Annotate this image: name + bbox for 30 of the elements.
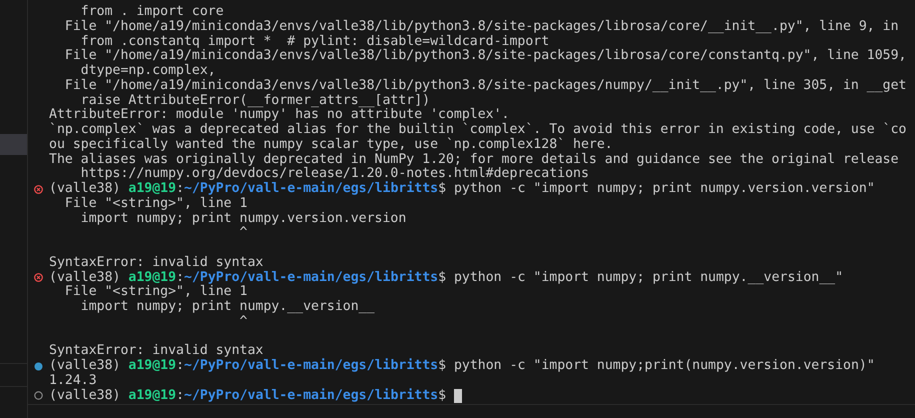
terminal-line: The aliases was originally deprecated in NumPy 1.20; for more details and guidance see the original release — [49, 152, 899, 166]
terminal-line: SyntaxError: invalid syntax — [49, 344, 264, 358]
dot-icon — [34, 362, 43, 371]
terminal-line: AttributeError: module 'numpy' has no attribute 'complex'. — [49, 108, 510, 122]
terminal-line: ou specifically wanted the numpy scalar type, use `np.complex128` here. — [49, 138, 613, 152]
error-circle-icon — [34, 273, 43, 282]
ring-icon — [34, 391, 43, 400]
terminal-line: File "<string>", line 1 — [64, 196, 248, 212]
terminal-line: File "/home/a19/miniconda3/envs/valle38/lib/python3.8/site-packages/librosa/core/constantq.py", line 1059, — [64, 49, 906, 64]
terminal-line: from . import core — [80, 5, 224, 20]
prompt-line: (valle38) a19@19:~/PyPro/vall-e-main/egs/libritts$ python -c "import numpy; print numpy.__version__" — [49, 270, 844, 284]
prompt-line: (valle38) a19@19:~/PyPro/vall-e-main/egs/libritts$ python -c "import numpy;print(numpy.version.version)" — [49, 359, 875, 374]
terminal-line: File "/home/a19/miniconda3/envs/valle38/lib/python3.8/site-packages/numpy/__init__.py", line 305, in __get — [64, 78, 906, 94]
terminal-line: SyntaxError: invalid syntax — [49, 256, 264, 270]
terminal-line: ^ — [238, 314, 248, 330]
error-circle-icon — [34, 184, 43, 194]
terminal-line: File "<string>", line 1 — [64, 285, 248, 300]
prompt-line: (valle38) a19@19:~/PyPro/vall-e-main/egs/libritts$ — [49, 388, 446, 404]
terminal-line: `np.complex` was a deprecated alias for the builtin `complex`. To avoid this error in existing code, use `co — [49, 123, 906, 138]
terminal-line: from .constantq import * # pylint: disable=wildcard-import — [80, 34, 550, 48]
sidebar-item[interactable] — [0, 134, 27, 155]
prompt-line: (valle38) a19@19:~/PyPro/vall-e-main/egs/libritts$ python -c "import numpy; print numpy.version.version" — [49, 182, 875, 196]
terminal-line: File "/home/a19/miniconda3/envs/valle38/lib/python3.8/site-packages/librosa/core/__init__.py", line 9, in — [64, 20, 899, 34]
terminal-line: ^ — [238, 226, 248, 241]
terminal-line: https://numpy.org/devdocs/release/1.20.0-notes.html#deprecations — [80, 167, 589, 182]
terminal-line: import numpy; print numpy.__version__ — [80, 300, 375, 315]
terminal-line: raise AttributeError(__former_attrs__[attr]) — [80, 94, 430, 108]
terminal-line: dtype=np.complex, — [80, 64, 216, 78]
terminal-line: import numpy; print numpy.version.version — [80, 212, 406, 226]
terminal-line: 1.24.3 — [49, 374, 97, 388]
